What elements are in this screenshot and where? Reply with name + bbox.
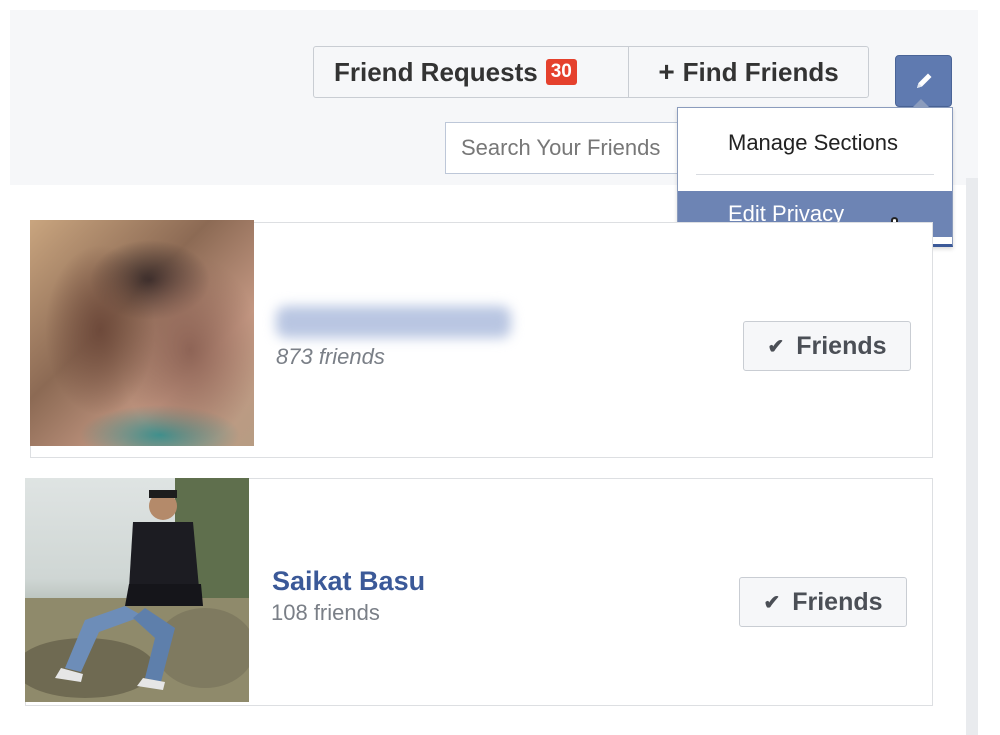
friends-status-button[interactable]: ✔ Friends — [743, 321, 911, 371]
friend-count: 873 friends — [276, 344, 385, 369]
checkmark-icon: ✔ — [767, 335, 785, 358]
friend-count: 108 friends — [271, 600, 380, 625]
friends-button-label: Friends — [796, 331, 887, 360]
person-photo-illustration — [25, 478, 249, 702]
find-friends-label: Find Friends — [682, 56, 839, 87]
plus-icon: + — [658, 56, 675, 87]
friend-profile-photo[interactable] — [25, 478, 249, 702]
friend-requests-count-badge: 30 — [545, 59, 577, 85]
pencil-icon — [916, 73, 931, 88]
find-friends-button[interactable]: + Find Friends — [629, 47, 868, 97]
dropdown-arrow — [912, 99, 930, 108]
friend-name-link[interactable]: Saikat Basu — [272, 566, 425, 597]
checkmark-icon: ✔ — [763, 591, 781, 614]
friend-actions-group: Friend Requests 30 + Find Friends — [313, 46, 869, 98]
friend-requests-button[interactable]: Friend Requests 30 — [314, 47, 629, 97]
friend-name-blurred[interactable]: ████ ███ ███ — [276, 306, 511, 338]
friend-requests-label: Friend Requests — [334, 56, 538, 87]
menu-divider — [696, 174, 934, 175]
scrollbar-track[interactable] — [966, 178, 978, 735]
search-friends-input[interactable] — [445, 122, 695, 174]
friend-profile-photo[interactable] — [30, 220, 254, 446]
manage-sections-menu-item[interactable]: Manage Sections — [678, 120, 952, 166]
friends-button-label: Friends — [792, 587, 883, 616]
friends-status-button[interactable]: ✔ Friends — [739, 577, 907, 627]
